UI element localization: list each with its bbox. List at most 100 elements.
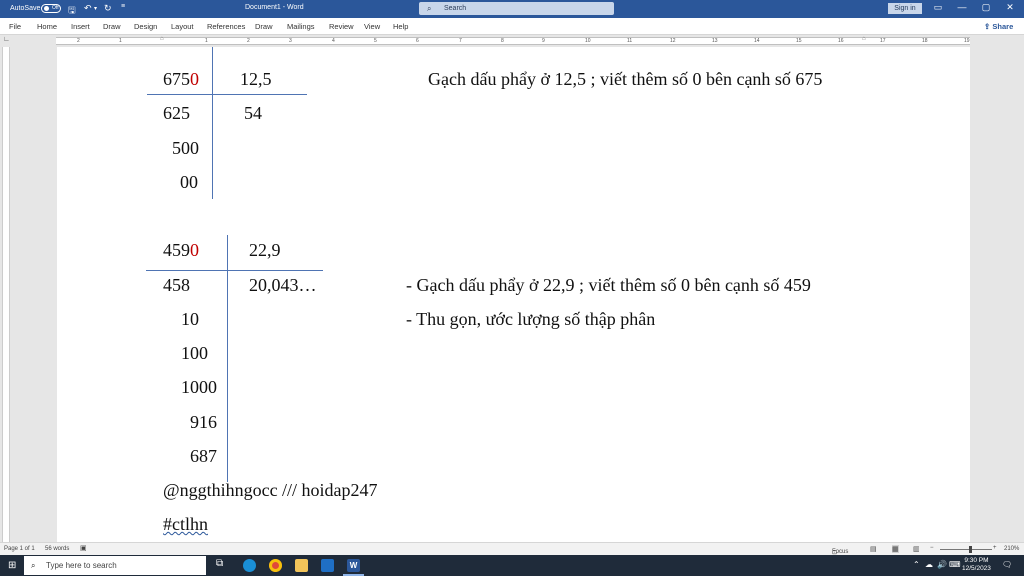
div2-remainder: 687: [190, 446, 217, 466]
vertical-ruler[interactable]: [2, 47, 10, 542]
tab-draw-2[interactable]: Draw: [255, 22, 273, 31]
div2-remainder: 916: [190, 412, 217, 432]
zoom-slider[interactable]: [940, 549, 992, 550]
div1-dividend-added-zero: 0: [190, 69, 199, 89]
div2-dividend-main: 459: [163, 240, 190, 260]
zoom-slider-thumb[interactable]: [969, 546, 972, 553]
ruler-number: 13: [712, 38, 718, 44]
ruler-number: 16: [838, 38, 844, 44]
share-button[interactable]: ⇪ Share: [984, 22, 1013, 31]
document-page[interactable]: 6750 12,5 625 54 500 00 Gạch dấu phẩy ở …: [57, 47, 970, 542]
tab-design[interactable]: Design: [134, 22, 157, 31]
tab-review[interactable]: Review: [329, 22, 354, 31]
customize-toolbar-icon[interactable]: ≡: [121, 3, 125, 10]
tab-mailings[interactable]: Mailings: [287, 22, 315, 31]
tab-file[interactable]: File: [9, 22, 21, 31]
tab-home[interactable]: Home: [37, 22, 57, 31]
tab-insert[interactable]: Insert: [71, 22, 90, 31]
zoom-level[interactable]: 210%: [1004, 546, 1019, 552]
chrome-icon[interactable]: [269, 559, 282, 572]
language-icon[interactable]: ⌨: [949, 560, 961, 569]
sign-in-button[interactable]: Sign in: [888, 3, 922, 14]
div2-remainder: 10: [181, 309, 199, 329]
store-icon[interactable]: [321, 559, 334, 572]
autosave-toggle[interactable]: Off: [41, 4, 61, 13]
tab-draw[interactable]: Draw: [103, 22, 121, 31]
undo-icon[interactable]: ↶: [84, 3, 92, 14]
ribbon-tabs: File Home Insert Draw Design Layout Refe…: [0, 18, 1024, 35]
ribbon-display-icon[interactable]: ▭: [928, 2, 948, 13]
save-icon[interactable]: 🖫: [68, 3, 76, 19]
tab-help[interactable]: Help: [393, 22, 408, 31]
ruler-number: 18: [922, 38, 928, 44]
taskbar-search[interactable]: ⌕ Type here to search: [24, 556, 206, 575]
signature-text: @nggthihngocc /// hoidap247: [163, 480, 378, 500]
volume-icon[interactable]: 🔊: [937, 560, 947, 569]
right-indent-marker-icon[interactable]: ⌂: [862, 36, 866, 42]
read-mode-icon[interactable]: ▤: [870, 545, 877, 553]
web-layout-icon[interactable]: ▥: [913, 545, 920, 553]
show-hidden-icons-icon[interactable]: ⌃: [913, 560, 920, 569]
ruler-number: 6: [416, 38, 419, 44]
div1-remainder: 625: [163, 103, 190, 123]
close-icon[interactable]: ✕: [1000, 2, 1020, 13]
ruler-number: 5: [374, 38, 377, 44]
notifications-icon[interactable]: 🗨: [1002, 560, 1012, 569]
ruler-number: 12: [670, 38, 676, 44]
windows-start-icon[interactable]: ⊞: [8, 560, 16, 571]
document-title: Document1 - Word: [245, 4, 304, 11]
ruler-number: 9: [542, 38, 545, 44]
div1-dividend: 6750: [163, 69, 199, 90]
ruler-number: 17: [880, 38, 886, 44]
ruler-number: 1: [119, 38, 122, 44]
div2-dividend: 4590: [163, 240, 199, 261]
horizontal-ruler[interactable]: 2 1 1 2 3 4 5 6 7 8 9 10 11 12 13 14 15 …: [56, 36, 970, 45]
div2-note-1: - Gạch dấu phẩy ở 22,9 ; viết thêm số 0 …: [406, 275, 811, 295]
search-box[interactable]: ⌕ Search: [419, 2, 614, 15]
ruler-number: 7: [459, 38, 462, 44]
tab-references[interactable]: References: [207, 22, 245, 31]
search-placeholder: Search: [444, 5, 467, 12]
redo-icon[interactable]: ↻: [104, 3, 112, 14]
page-count[interactable]: Page 1 of 1: [4, 546, 35, 552]
ruler-number: 2: [77, 38, 80, 44]
div1-remainder: 500: [172, 138, 199, 158]
file-explorer-icon[interactable]: [295, 559, 308, 572]
task-view-icon[interactable]: ⧉: [216, 558, 229, 571]
maximize-icon[interactable]: ▢: [976, 2, 996, 13]
div2-remainder: 458: [163, 275, 190, 295]
ruler-number: 4: [332, 38, 335, 44]
div2-quotient: 20,043…: [249, 275, 317, 295]
horizontal-ruler-row: ∟ 2 1 1 2 3 4 5 6 7 8 9 10 11 12 13 14 1…: [0, 35, 1024, 47]
div2-horizontal-line: [146, 270, 323, 271]
div2-note-2: - Thu gọn, ước lượng số thập phân: [406, 309, 656, 329]
ruler-number: 10: [585, 38, 591, 44]
div1-note: Gạch dấu phẩy ở 12,5 ; viết thêm số 0 bê…: [428, 69, 823, 89]
div2-divisor: 22,9: [249, 240, 281, 260]
minimize-icon[interactable]: —: [952, 2, 972, 12]
autosave-label: AutoSave: [10, 5, 41, 12]
div1-vertical-line: [212, 47, 213, 199]
word-icon[interactable]: W: [347, 559, 360, 572]
div1-dividend-main: 675: [163, 69, 190, 89]
share-label: Share: [992, 22, 1014, 31]
tab-view[interactable]: View: [364, 22, 380, 31]
undo-dropdown-icon[interactable]: ▾: [94, 5, 97, 12]
taskbar-clock[interactable]: 9:30 PM 12/5/2023: [962, 557, 991, 573]
taskbar-search-placeholder: Type here to search: [46, 561, 117, 570]
proofing-icon[interactable]: ▣: [80, 544, 87, 552]
tab-layout[interactable]: Layout: [171, 22, 194, 31]
network-icon[interactable]: ☁: [925, 560, 933, 569]
indent-marker-icon[interactable]: ⌂: [160, 36, 164, 42]
print-layout-icon[interactable]: ▦: [892, 545, 899, 553]
taskbar: ⊞ ⌕ Type here to search ⧉ W ⌃ ☁ 🔊 ⌨ 9:30…: [0, 555, 1024, 576]
ruler-number: 19: [964, 38, 970, 44]
tab-selector-icon[interactable]: ∟: [3, 36, 10, 43]
zoom-in-icon[interactable]: +: [993, 545, 997, 551]
div1-horizontal-line: [147, 94, 307, 95]
div2-vertical-line: [227, 235, 228, 482]
div1-divisor: 12,5: [240, 69, 272, 89]
zoom-out-icon[interactable]: −: [930, 545, 934, 551]
edge-icon[interactable]: [243, 559, 256, 572]
word-count[interactable]: 56 words: [45, 546, 69, 552]
